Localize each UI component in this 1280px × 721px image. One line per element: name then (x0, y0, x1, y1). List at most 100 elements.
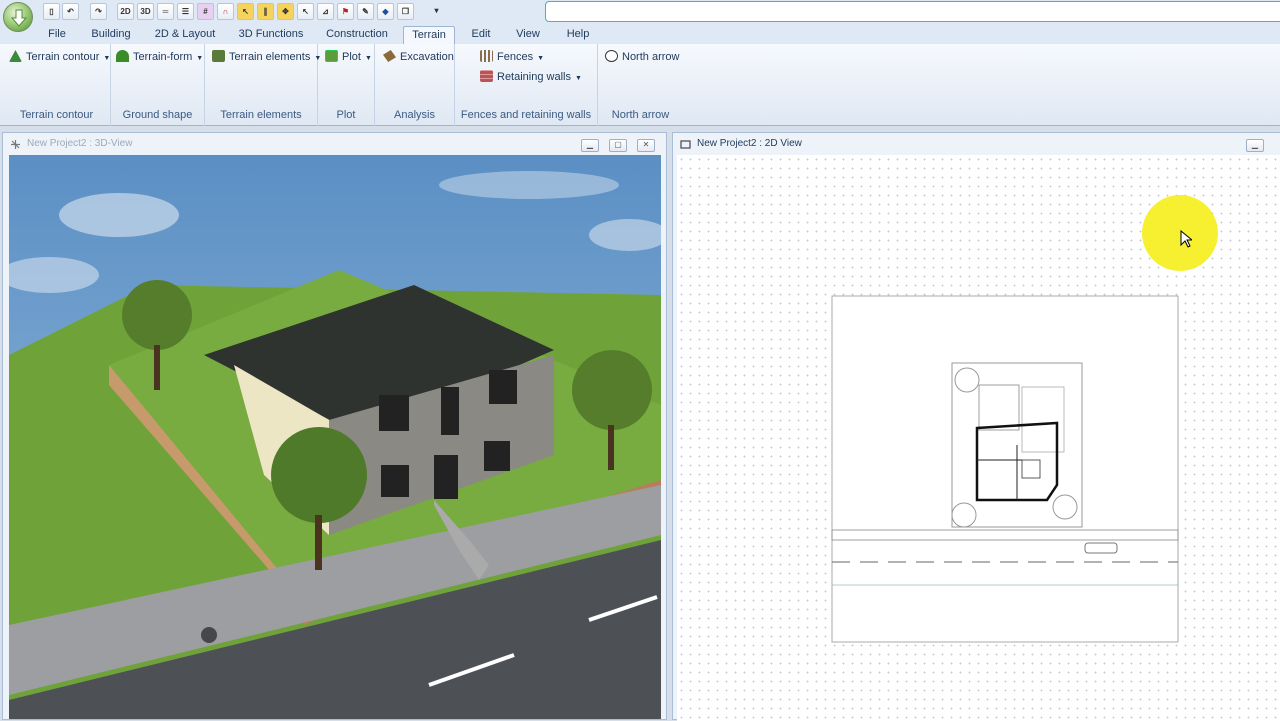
retaining-walls-label: Retaining walls (497, 71, 571, 83)
3d-scene (9, 155, 661, 719)
search-input[interactable] (545, 1, 1280, 22)
undo-icon[interactable]: ↶ (62, 3, 79, 20)
group-label: Plot (336, 109, 356, 121)
table-icon[interactable]: ☰ (177, 3, 194, 20)
close-button[interactable]: ✕ (637, 139, 655, 152)
view-3d-window-icon (11, 140, 20, 149)
redo-icon[interactable]: ↷ (90, 3, 107, 20)
ribbon-tabs: File Building 2D & Layout 3D Functions C… (0, 24, 1280, 44)
north-arrow-marker (201, 627, 217, 643)
group-label: Fences and retaining walls (460, 109, 592, 121)
minimize-button[interactable]: ▁ (1246, 139, 1264, 152)
window-title: New Project2 : 2D View (673, 133, 1280, 155)
window-title: New Project2 : 3D-View (3, 133, 666, 155)
terrain-form-icon (116, 50, 129, 62)
measure-icon[interactable]: ⊿ (317, 3, 334, 20)
3d-viewport[interactable] (9, 155, 661, 719)
tab-2d-layout[interactable]: 2D & Layout (150, 26, 220, 44)
cloud (59, 193, 179, 237)
plot-icon (325, 50, 338, 62)
tab-help[interactable]: Help (562, 26, 594, 44)
fences-label: Fences (497, 51, 534, 63)
group-label: North arrow (611, 109, 670, 121)
group-plot: Plot ▼ Plot (318, 44, 375, 126)
wall-icon[interactable]: ═ (157, 3, 174, 20)
minimize-button[interactable]: ▁ (581, 139, 599, 152)
ribbon-panel: Terrain contour ▼ Terrain contour Terrain… (0, 44, 1280, 126)
group-ground-shape: Terrain-form ▼ Ground shape (111, 44, 205, 126)
copy-icon[interactable]: ❐ (397, 3, 414, 20)
tree-trunk (608, 425, 614, 470)
terrain-contour-label: Terrain contour (26, 51, 100, 63)
excavation-button[interactable]: Excavation (383, 48, 454, 66)
window (379, 395, 409, 431)
pencil-icon[interactable]: ✎ (357, 3, 374, 20)
magnet-icon[interactable]: ∩ (217, 3, 234, 20)
view-3d-icon[interactable]: 3D (137, 3, 154, 20)
3d-view-window[interactable]: New Project2 : 3D-View ▁ ▢ ✕ (2, 132, 667, 720)
tab-terrain[interactable]: Terrain (403, 26, 455, 44)
new-icon[interactable]: ▯ (43, 3, 60, 20)
tree (271, 427, 367, 523)
window (441, 387, 459, 435)
terrain-form-button[interactable]: Terrain-form ▼ (116, 48, 203, 66)
app-menu-button[interactable] (3, 2, 33, 32)
group-north-arrow: North arrow North arrow (598, 44, 683, 126)
window-title-text: New Project2 : 3D-View (27, 138, 133, 149)
tree-trunk (154, 345, 160, 390)
tab-file[interactable]: File (40, 26, 74, 44)
north-arrow-button[interactable]: North arrow (605, 48, 679, 66)
brush-icon[interactable]: ◆ (377, 3, 394, 20)
terrain-form-label: Terrain-form (133, 51, 193, 63)
mouse-cursor-icon (1180, 230, 1192, 248)
plot-label: Plot (342, 51, 361, 63)
view-2d-icon[interactable]: 2D (117, 3, 134, 20)
group-terrain-contour: Terrain contour ▼ Terrain contour (3, 44, 111, 126)
pick-icon[interactable]: ✥ (277, 3, 294, 20)
plot-outline (831, 295, 1179, 643)
chevron-down-icon: ▼ (574, 75, 582, 82)
select-icon[interactable]: ↖ (237, 3, 254, 20)
maximize-button[interactable]: ▢ (609, 139, 627, 152)
chevron-down-icon: ▼ (103, 55, 111, 62)
group-label: Terrain contour (19, 109, 94, 121)
group-terrain-elements: Terrain elements ▼ Terrain elements (205, 44, 321, 126)
retaining-walls-button[interactable]: Retaining walls ▼ (480, 68, 582, 86)
chevron-down-icon: ▼ (196, 55, 204, 62)
tab-view[interactable]: View (512, 26, 544, 44)
excavation-icon (383, 50, 396, 62)
plot-button[interactable]: Plot ▼ (325, 48, 372, 66)
terrain-contour-button[interactable]: Terrain contour ▼ (9, 48, 110, 66)
fences-button[interactable]: Fences ▼ (480, 48, 544, 66)
grid-icon[interactable]: # (197, 3, 214, 20)
chevron-down-icon: ▼ (537, 55, 545, 62)
tree (122, 280, 192, 350)
group-label: Ground shape (122, 109, 193, 121)
customize-icon[interactable]: ▾ (428, 3, 445, 20)
pointer-icon[interactable]: ↖ (297, 3, 314, 20)
fence-icon (480, 50, 493, 62)
group-label: Analysis (394, 109, 435, 121)
terrain-contour-icon (9, 50, 22, 62)
tree-trunk (315, 515, 322, 570)
terrain-elements-button[interactable]: Terrain elements ▼ (212, 48, 321, 66)
tab-edit[interactable]: Edit (466, 26, 496, 44)
cloud (439, 171, 619, 199)
chevron-down-icon: ▼ (364, 55, 372, 62)
excavation-label: Excavation (400, 51, 454, 63)
tab-3d-functions[interactable]: 3D Functions (234, 26, 308, 44)
tab-construction[interactable]: Construction (322, 26, 392, 44)
group-fences: Fences ▼ Retaining walls ▼ Fences and reta… (455, 44, 598, 126)
download-arrow-icon (11, 9, 27, 27)
view-2d-window-icon (680, 140, 691, 149)
door (434, 455, 458, 499)
tab-building[interactable]: Building (86, 26, 136, 44)
group-label: Terrain elements (220, 109, 302, 121)
retaining-wall-icon (480, 70, 493, 82)
columns-icon[interactable]: ∥ (257, 3, 274, 20)
window-title-text: New Project2 : 2D View (697, 138, 802, 149)
paint-icon[interactable]: ⚑ (337, 3, 354, 20)
north-arrow-label: North arrow (622, 51, 680, 63)
quick-access-toolbar: ▯ ↶ ↷ 2D 3D ═ ☰ # ∩ ↖ ∥ ✥ ↖ ⊿ ⚑ ✎ ◆ ❐ ▾ (0, 0, 1280, 24)
window (484, 441, 510, 471)
